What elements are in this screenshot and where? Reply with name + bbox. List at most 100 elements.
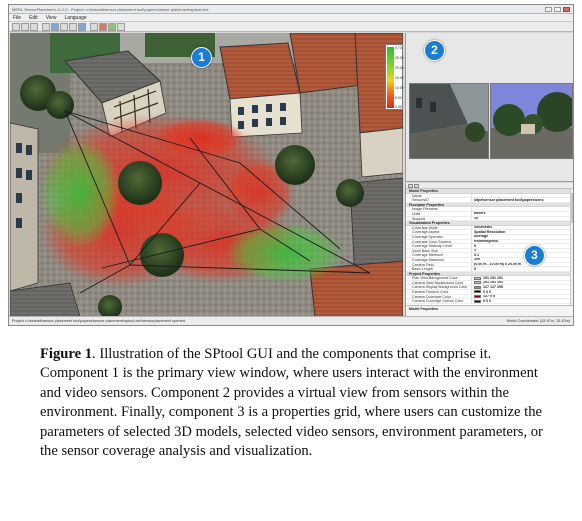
property-value[interactable]: (0.00 m - 10.00 m) x 20.00 m bbox=[472, 263, 573, 267]
categorized-icon[interactable] bbox=[408, 183, 413, 188]
menu-edit[interactable]: Edit bbox=[29, 15, 38, 21]
property-value[interactable]: Spatial Resolution bbox=[472, 230, 573, 234]
properties-grid[interactable]: Model Properties Name SensorsID sltpe\senso… bbox=[405, 183, 573, 317]
property-value[interactable]: 1 bbox=[472, 248, 573, 253]
property-value-text: sltpe\sensor placement tool\papers\sens bbox=[474, 198, 544, 202]
toolbar bbox=[9, 22, 573, 32]
property-value[interactable]: 100 bbox=[472, 257, 573, 262]
primary-view-window[interactable] bbox=[10, 33, 403, 317]
color-swatch bbox=[474, 281, 481, 285]
property-value-text: 100 bbox=[474, 257, 480, 262]
rotate-icon[interactable] bbox=[60, 22, 68, 31]
property-key: Coverage Maximum bbox=[406, 257, 472, 262]
component-1-badge: 1 bbox=[191, 47, 212, 68]
app-window: MERL SensorPlacement v1.2.0 - Project: c… bbox=[8, 4, 574, 326]
property-value[interactable]: Volumetric bbox=[472, 225, 573, 230]
save-icon[interactable] bbox=[30, 22, 38, 31]
property-value-text: Spatial Resolution bbox=[474, 230, 506, 234]
close-button[interactable] bbox=[563, 6, 570, 12]
menu-bar: File Edit View Language bbox=[9, 14, 573, 22]
property-value-text: 0 bbox=[474, 244, 476, 248]
color-swatch bbox=[474, 299, 481, 303]
city-scene bbox=[10, 33, 403, 317]
alphabetical-icon[interactable] bbox=[414, 183, 419, 188]
figure-caption: Figure 1. Illustration of the SPtool GUI… bbox=[40, 345, 550, 461]
property-key: Coverage Mode bbox=[406, 225, 472, 230]
sensor-view-right[interactable] bbox=[490, 83, 573, 159]
property-grid-scrollbar[interactable] bbox=[570, 189, 573, 305]
menu-file[interactable]: File bbox=[13, 15, 21, 21]
coverage-color-scale: 0.73 25.00 20.00 15.00 10.00 5.00 0.00 bbox=[385, 44, 404, 110]
property-value[interactable]: 0 bbox=[472, 267, 573, 271]
select-icon[interactable] bbox=[42, 22, 50, 31]
color-swatch bbox=[474, 276, 481, 280]
property-value-text: 127 127 255 bbox=[483, 285, 503, 289]
property-key: Basic Length bbox=[406, 267, 472, 271]
menu-view[interactable]: View bbox=[46, 15, 57, 21]
property-value-text: 0 0 0 bbox=[483, 290, 491, 294]
toolbar-separator bbox=[39, 23, 41, 31]
property-value[interactable]: 0.1 bbox=[472, 253, 573, 257]
move-icon[interactable] bbox=[51, 22, 59, 31]
scale-label: 10.00 bbox=[395, 86, 404, 90]
property-value[interactable]: sltpe\sensor placement tool\papers\sens bbox=[472, 198, 573, 202]
property-value[interactable]: 191 191 191 bbox=[472, 280, 573, 285]
pan-icon[interactable] bbox=[78, 22, 86, 31]
property-key: Camera Display Background Color bbox=[406, 285, 472, 290]
zoom-icon[interactable] bbox=[69, 22, 77, 31]
world-coordinates: World Coordinates: (28.97m, 13.42m) bbox=[506, 319, 570, 323]
menu-language[interactable]: Language bbox=[64, 15, 86, 21]
property-value[interactable] bbox=[472, 207, 573, 211]
property-value-text: 127 0 0 bbox=[483, 294, 495, 299]
property-key: Coverage Operator bbox=[406, 234, 472, 239]
maximize-button[interactable] bbox=[554, 6, 561, 12]
property-value-text: Volumetric bbox=[474, 225, 493, 230]
figure-label: Figure 1 bbox=[40, 346, 93, 362]
scale-label: 20.00 bbox=[395, 66, 404, 70]
property-value[interactable]: 191 191 191 bbox=[472, 276, 573, 280]
property-key: Camera Field bbox=[406, 262, 472, 267]
property-row[interactable]: Camera Coverage Outline Color 0 0 0 bbox=[406, 299, 573, 304]
property-value-text: Average bbox=[474, 234, 489, 239]
property-value-text: 0 0 0 bbox=[483, 299, 491, 303]
property-value-text: 1 bbox=[474, 248, 476, 253]
sensor-view-left[interactable] bbox=[409, 83, 489, 159]
property-value[interactable] bbox=[472, 194, 573, 198]
color-scale-bar bbox=[387, 47, 394, 108]
status-message: Project c:\instead\sensor placement tool… bbox=[12, 319, 186, 323]
property-value[interactable]: Redmintgreek bbox=[472, 239, 573, 244]
property-value[interactable]: 127 127 255 bbox=[472, 285, 573, 289]
property-value-text: Redmintgreek bbox=[474, 239, 498, 244]
scale-label: 25.00 bbox=[395, 56, 404, 60]
new-icon[interactable] bbox=[12, 22, 20, 31]
property-rows: Model Properties Name SensorsID sltpe\senso… bbox=[406, 189, 573, 304]
sensor-scene-right bbox=[491, 84, 572, 158]
property-value[interactable]: 0 0 0 bbox=[472, 299, 573, 303]
component-3-badge: 3 bbox=[524, 245, 545, 266]
property-value-text: 0 bbox=[474, 267, 476, 271]
property-key: Voxel Base Size bbox=[406, 248, 472, 253]
property-value[interactable]: Meters bbox=[472, 212, 573, 216]
property-value-text: 191 191 191 bbox=[483, 276, 503, 280]
window-title: MERL SensorPlacement v1.2.0 - Project: c… bbox=[12, 6, 209, 12]
color-swatch bbox=[474, 294, 481, 298]
minimize-button[interactable] bbox=[545, 6, 552, 12]
property-value[interactable]: 10 bbox=[472, 216, 573, 221]
scale-label: 15.00 bbox=[395, 76, 404, 80]
property-value[interactable]: 0 0 0 bbox=[472, 290, 573, 294]
coverage-icon[interactable] bbox=[108, 22, 116, 31]
property-value-text: 191 191 191 bbox=[483, 280, 503, 285]
scale-label: 5.00 bbox=[395, 96, 402, 100]
property-value[interactable]: Average bbox=[472, 234, 573, 239]
property-value-text: 10 bbox=[474, 216, 478, 221]
status-bar: Project c:\instead\sensor placement tool… bbox=[9, 316, 573, 325]
scale-label: 0.00 bbox=[395, 105, 402, 109]
property-key: Camera Frustum Color bbox=[406, 290, 472, 294]
property-key: Coverage Aspect bbox=[406, 230, 472, 234]
settings-icon[interactable] bbox=[117, 22, 125, 31]
property-value[interactable]: 0 bbox=[472, 244, 573, 248]
open-icon[interactable] bbox=[21, 22, 29, 31]
property-value[interactable]: 127 0 0 bbox=[472, 294, 573, 299]
delete-icon[interactable] bbox=[99, 22, 107, 31]
add-camera-icon[interactable] bbox=[90, 22, 98, 31]
